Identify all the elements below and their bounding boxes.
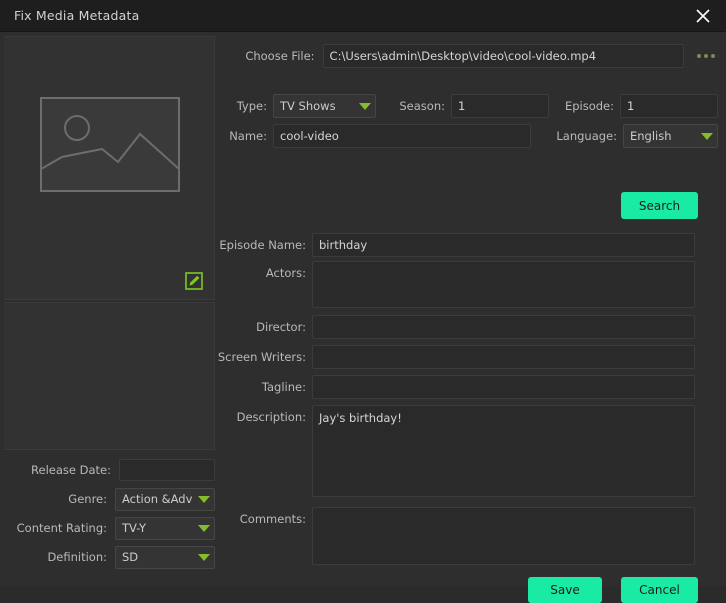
type-select[interactable]: TV Shows	[273, 94, 376, 118]
chevron-down-icon	[701, 133, 713, 140]
release-date-input[interactable]	[119, 459, 215, 481]
director-label: Director:	[215, 320, 306, 334]
name-row: Name: cool-video Language: English	[215, 124, 718, 148]
content-rating-row: Content Rating: TV-Y	[0, 514, 215, 542]
content-rating-label: Content Rating:	[17, 521, 115, 535]
season-input[interactable]: 1	[451, 94, 549, 118]
definition-select[interactable]: SD	[115, 546, 215, 569]
content-rating-select[interactable]: TV-Y	[115, 517, 215, 540]
release-date-label: Release Date:	[31, 463, 119, 477]
choose-file-input[interactable]: C:\Users\admin\Desktop\video\cool-video.…	[323, 44, 684, 68]
name-label: Name:	[215, 129, 267, 143]
dialog-body: Release Date: Genre: Action &Adv Content…	[0, 32, 726, 586]
screen-writers-row: Screen Writers:	[215, 345, 695, 369]
tagline-input[interactable]	[312, 375, 695, 399]
choose-file-row: Choose File: C:\Users\admin\Desktop\vide…	[215, 44, 715, 68]
type-value: TV Shows	[280, 99, 355, 113]
browse-file-button[interactable]	[697, 54, 715, 58]
definition-value: SD	[122, 550, 194, 564]
episode-input[interactable]: 1	[620, 94, 718, 118]
chevron-down-icon	[359, 103, 371, 110]
director-row: Director:	[215, 315, 695, 339]
poster-panel[interactable]	[4, 36, 215, 300]
comments-row: Comments:	[215, 507, 695, 565]
left-form: Release Date: Genre: Action &Adv Content…	[0, 456, 215, 572]
close-icon	[695, 8, 711, 24]
episode-label: Episode:	[562, 99, 614, 113]
screen-writers-label: Screen Writers:	[215, 350, 306, 364]
genre-value: Action &Adv	[122, 492, 194, 506]
screen-writers-input[interactable]	[312, 345, 695, 369]
description-row: Description: Jay's birthday!	[215, 405, 695, 497]
type-row: Type: TV Shows Season: 1 Episode: 1	[215, 94, 718, 118]
cancel-button[interactable]: Cancel	[621, 577, 698, 603]
close-button[interactable]	[680, 0, 726, 32]
chevron-down-icon	[198, 496, 210, 503]
language-value: English	[630, 129, 697, 143]
choose-file-label: Choose File:	[215, 49, 315, 63]
chevron-down-icon	[198, 554, 210, 561]
episode-name-label: Episode Name:	[215, 238, 306, 252]
actors-row: Actors:	[215, 261, 695, 308]
tagline-label: Tagline:	[215, 380, 306, 394]
genre-row: Genre: Action &Adv	[0, 485, 215, 513]
secondary-poster-panel[interactable]	[4, 302, 215, 450]
definition-label: Definition:	[47, 550, 115, 564]
description-input[interactable]: Jay's birthday!	[312, 405, 695, 497]
save-button[interactable]: Save	[528, 577, 602, 603]
definition-row: Definition: SD	[0, 543, 215, 571]
season-label: Season:	[391, 99, 445, 113]
genre-select[interactable]: Action &Adv	[115, 488, 215, 511]
edit-pencil-icon[interactable]	[185, 272, 203, 290]
window-title: Fix Media Metadata	[14, 8, 139, 23]
image-placeholder-icon	[40, 97, 180, 192]
left-panel: Release Date: Genre: Action &Adv Content…	[0, 32, 215, 586]
comments-label: Comments:	[215, 507, 306, 531]
description-label: Description:	[215, 405, 306, 429]
language-label: Language:	[545, 129, 617, 143]
title-bar: Fix Media Metadata	[0, 0, 726, 32]
release-date-row: Release Date:	[0, 456, 215, 484]
actors-input[interactable]	[312, 261, 695, 308]
content-rating-value: TV-Y	[122, 521, 194, 535]
type-label: Type:	[215, 99, 267, 113]
name-input[interactable]: cool-video	[273, 124, 531, 148]
director-input[interactable]	[312, 315, 695, 339]
right-panel: Choose File: C:\Users\admin\Desktop\vide…	[215, 32, 726, 586]
actors-label: Actors:	[215, 261, 306, 285]
search-button[interactable]: Search	[621, 192, 698, 219]
chevron-down-icon	[198, 525, 210, 532]
genre-label: Genre:	[68, 492, 115, 506]
tagline-row: Tagline:	[215, 375, 695, 399]
language-select[interactable]: English	[623, 124, 718, 148]
episode-name-row: Episode Name: birthday	[215, 233, 695, 257]
comments-input[interactable]	[312, 507, 695, 565]
episode-name-input[interactable]: birthday	[312, 233, 695, 257]
